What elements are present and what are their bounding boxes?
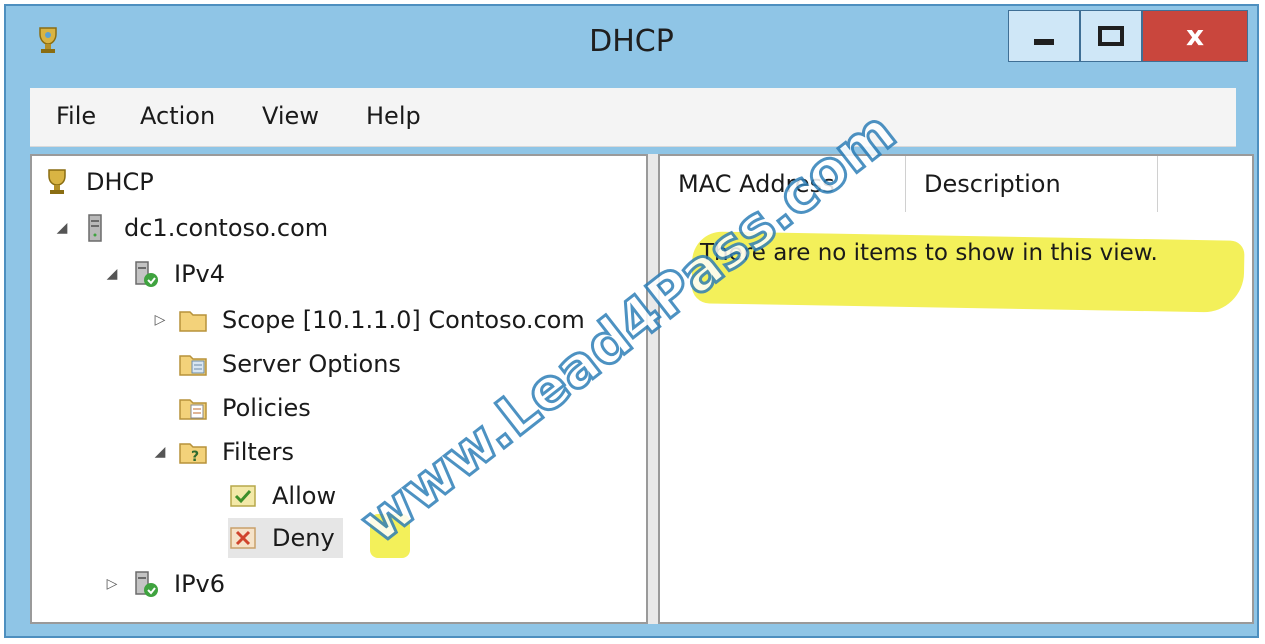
tree-label: dc1.contoso.com <box>124 214 329 242</box>
menu-view[interactable]: View <box>262 102 319 130</box>
expanded-arrow-icon[interactable]: ◢ <box>54 220 70 236</box>
folder-icon <box>178 305 208 335</box>
tree-item-server[interactable]: ◢ dc1.contoso.com <box>54 208 329 248</box>
tree-item-dhcp[interactable]: DHCP <box>42 162 154 202</box>
close-button[interactable]: x <box>1142 10 1248 62</box>
tree-item-allow[interactable]: Allow <box>228 476 336 516</box>
menu-action[interactable]: Action <box>140 102 215 130</box>
tree-item-filters[interactable]: ◢ ? Filters <box>152 432 294 472</box>
menu-bar: File Action View Help <box>30 88 1236 147</box>
column-header-description[interactable]: Description <box>906 156 1158 212</box>
filters-icon: ? <box>178 437 208 467</box>
tree-item-deny[interactable]: Deny <box>228 518 343 558</box>
tree-label: IPv6 <box>174 570 226 598</box>
menu-help[interactable]: Help <box>366 102 421 130</box>
maximize-icon <box>1098 26 1124 46</box>
results-pane: MAC Address Description There are no ite… <box>658 154 1254 624</box>
close-icon: x <box>1185 19 1205 52</box>
policies-icon <box>178 393 208 423</box>
highlight-mark <box>370 514 410 558</box>
tree-label: IPv4 <box>174 260 226 288</box>
ipv4-icon <box>130 259 160 289</box>
tree-label: Server Options <box>222 350 401 378</box>
column-header-mac-address[interactable]: MAC Address <box>660 156 906 212</box>
pane-splitter[interactable] <box>648 154 658 624</box>
expanded-arrow-icon[interactable]: ◢ <box>152 444 168 460</box>
expanded-arrow-icon[interactable]: ◢ <box>104 266 120 282</box>
tree-label: Deny <box>272 524 335 552</box>
menu-file[interactable]: File <box>56 102 96 130</box>
dhcp-icon <box>42 167 72 197</box>
empty-list-message: There are no items to show in this view. <box>700 240 1158 266</box>
deny-x-icon <box>228 523 258 553</box>
server-icon <box>80 213 110 243</box>
tree-item-scope[interactable]: ▷ Scope [10.1.1.0] Contoso.com <box>152 300 585 340</box>
console-tree: DHCP ◢ dc1.contoso.com ◢ IPv4 ▷ Scope [1… <box>30 154 648 624</box>
title-bar[interactable]: DHCP x <box>6 6 1257 84</box>
tree-label: Scope [10.1.1.0] Contoso.com <box>222 306 585 334</box>
collapsed-arrow-icon[interactable]: ▷ <box>152 312 168 328</box>
dhcp-window: DHCP x File Action View Help DHCP ◢ dc1.… <box>4 4 1259 638</box>
tree-item-policies[interactable]: Policies <box>178 388 311 428</box>
tree-label: Filters <box>222 438 294 466</box>
minimize-icon <box>1034 39 1054 45</box>
allow-check-icon <box>228 481 258 511</box>
tree-item-server-options[interactable]: Server Options <box>178 344 401 384</box>
ipv6-icon <box>130 569 160 599</box>
tree-item-ipv6[interactable]: ▷ IPv6 <box>104 564 225 604</box>
maximize-button[interactable] <box>1080 10 1142 62</box>
server-options-icon <box>178 349 208 379</box>
svg-text:?: ? <box>191 449 199 465</box>
collapsed-arrow-icon[interactable]: ▷ <box>104 576 120 592</box>
tree-item-ipv4[interactable]: ◢ IPv4 <box>104 254 225 294</box>
minimize-button[interactable] <box>1008 10 1080 62</box>
tree-label: DHCP <box>86 168 154 196</box>
tree-label: Allow <box>272 482 337 510</box>
tree-label: Policies <box>222 394 311 422</box>
